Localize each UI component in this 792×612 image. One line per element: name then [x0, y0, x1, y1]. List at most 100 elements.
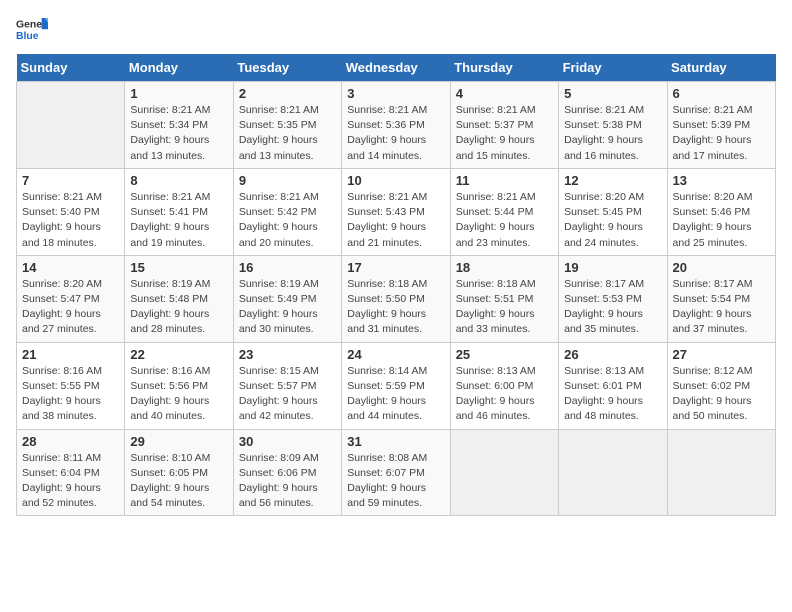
calendar-cell: 18 Sunrise: 8:18 AMSunset: 5:51 PMDayligh… [450, 255, 558, 342]
calendar-cell: 29 Sunrise: 8:10 AMSunset: 6:05 PMDayligh… [125, 429, 233, 516]
day-info: Sunrise: 8:09 AMSunset: 6:06 PMDaylight:… [239, 451, 336, 512]
day-info: Sunrise: 8:19 AMSunset: 5:48 PMDaylight:… [130, 277, 227, 338]
calendar-cell: 26 Sunrise: 8:13 AMSunset: 6:01 PMDayligh… [559, 342, 667, 429]
day-number: 16 [239, 260, 336, 275]
day-info: Sunrise: 8:16 AMSunset: 5:55 PMDaylight:… [22, 364, 119, 425]
calendar-cell: 15Sunrise: 8:19 AMSunset: 5:48 PMDayligh… [125, 255, 233, 342]
calendar-cell: 19 Sunrise: 8:17 AMSunset: 5:53 PMDayligh… [559, 255, 667, 342]
day-info: Sunrise: 8:17 AMSunset: 5:53 PMDaylight:… [564, 277, 661, 338]
day-info: Sunrise: 8:21 AMSunset: 5:43 PMDaylight:… [347, 190, 444, 251]
day-info: Sunrise: 8:21 AMSunset: 5:42 PMDaylight:… [239, 190, 336, 251]
day-number: 18 [456, 260, 553, 275]
calendar-cell: 4 Sunrise: 8:21 AMSunset: 5:37 PMDaylight… [450, 82, 558, 169]
calendar-cell: 25 Sunrise: 8:13 AMSunset: 6:00 PMDayligh… [450, 342, 558, 429]
generalblue-logo-icon: General Blue [16, 16, 48, 44]
day-number: 3 [347, 86, 444, 101]
day-info: Sunrise: 8:11 AMSunset: 6:04 PMDaylight:… [22, 451, 119, 512]
calendar-cell: 17 Sunrise: 8:18 AMSunset: 5:50 PMDayligh… [342, 255, 450, 342]
day-number: 22 [130, 347, 227, 362]
day-number: 28 [22, 434, 119, 449]
day-info: Sunrise: 8:13 AMSunset: 6:01 PMDaylight:… [564, 364, 661, 425]
day-info: Sunrise: 8:21 AMSunset: 5:44 PMDaylight:… [456, 190, 553, 251]
day-info: Sunrise: 8:21 AMSunset: 5:34 PMDaylight:… [130, 103, 227, 164]
calendar-cell: 12 Sunrise: 8:20 AMSunset: 5:45 PMDayligh… [559, 168, 667, 255]
page-header: General Blue [16, 16, 776, 44]
calendar-week-row: 14Sunrise: 8:20 AMSunset: 5:47 PMDayligh… [17, 255, 776, 342]
calendar-cell: 5 Sunrise: 8:21 AMSunset: 5:38 PMDaylight… [559, 82, 667, 169]
calendar-week-row: 28 Sunrise: 8:11 AMSunset: 6:04 PMDayligh… [17, 429, 776, 516]
logo: General Blue [16, 16, 48, 44]
day-of-week-header: Wednesday [342, 54, 450, 82]
day-number: 21 [22, 347, 119, 362]
day-number: 9 [239, 173, 336, 188]
day-info: Sunrise: 8:19 AMSunset: 5:49 PMDaylight:… [239, 277, 336, 338]
day-number: 6 [673, 86, 770, 101]
day-of-week-header: Thursday [450, 54, 558, 82]
day-info: Sunrise: 8:10 AMSunset: 6:05 PMDaylight:… [130, 451, 227, 512]
day-info: Sunrise: 8:15 AMSunset: 5:57 PMDaylight:… [239, 364, 336, 425]
day-of-week-header: Monday [125, 54, 233, 82]
calendar-cell: 27Sunrise: 8:12 AMSunset: 6:02 PMDayligh… [667, 342, 775, 429]
calendar-cell: 31 Sunrise: 8:08 AMSunset: 6:07 PMDayligh… [342, 429, 450, 516]
calendar-week-row: 21 Sunrise: 8:16 AMSunset: 5:55 PMDayligh… [17, 342, 776, 429]
calendar-week-row: 1 Sunrise: 8:21 AMSunset: 5:34 PMDaylight… [17, 82, 776, 169]
calendar-cell: 8 Sunrise: 8:21 AMSunset: 5:41 PMDaylight… [125, 168, 233, 255]
day-info: Sunrise: 8:08 AMSunset: 6:07 PMDaylight:… [347, 451, 444, 512]
day-number: 12 [564, 173, 661, 188]
day-number: 30 [239, 434, 336, 449]
day-info: Sunrise: 8:20 AMSunset: 5:46 PMDaylight:… [673, 190, 770, 251]
calendar-cell: 22 Sunrise: 8:16 AMSunset: 5:56 PMDayligh… [125, 342, 233, 429]
day-number: 11 [456, 173, 553, 188]
calendar-table: SundayMondayTuesdayWednesdayThursdayFrid… [16, 54, 776, 516]
day-of-week-header: Saturday [667, 54, 775, 82]
day-number: 29 [130, 434, 227, 449]
calendar-cell: 3 Sunrise: 8:21 AMSunset: 5:36 PMDaylight… [342, 82, 450, 169]
day-of-week-header: Friday [559, 54, 667, 82]
day-number: 4 [456, 86, 553, 101]
day-number: 1 [130, 86, 227, 101]
day-info: Sunrise: 8:21 AMSunset: 5:38 PMDaylight:… [564, 103, 661, 164]
calendar-cell: 9 Sunrise: 8:21 AMSunset: 5:42 PMDaylight… [233, 168, 341, 255]
day-info: Sunrise: 8:16 AMSunset: 5:56 PMDaylight:… [130, 364, 227, 425]
day-info: Sunrise: 8:21 AMSunset: 5:39 PMDaylight:… [673, 103, 770, 164]
calendar-cell: 16 Sunrise: 8:19 AMSunset: 5:49 PMDayligh… [233, 255, 341, 342]
day-of-week-header: Sunday [17, 54, 125, 82]
day-info: Sunrise: 8:21 AMSunset: 5:36 PMDaylight:… [347, 103, 444, 164]
day-info: Sunrise: 8:20 AMSunset: 5:45 PMDaylight:… [564, 190, 661, 251]
day-info: Sunrise: 8:18 AMSunset: 5:51 PMDaylight:… [456, 277, 553, 338]
day-info: Sunrise: 8:18 AMSunset: 5:50 PMDaylight:… [347, 277, 444, 338]
day-info: Sunrise: 8:21 AMSunset: 5:40 PMDaylight:… [22, 190, 119, 251]
day-number: 13 [673, 173, 770, 188]
day-info: Sunrise: 8:12 AMSunset: 6:02 PMDaylight:… [673, 364, 770, 425]
calendar-cell: 30 Sunrise: 8:09 AMSunset: 6:06 PMDayligh… [233, 429, 341, 516]
day-number: 5 [564, 86, 661, 101]
day-number: 10 [347, 173, 444, 188]
day-of-week-header: Tuesday [233, 54, 341, 82]
day-number: 19 [564, 260, 661, 275]
calendar-cell: 1 Sunrise: 8:21 AMSunset: 5:34 PMDaylight… [125, 82, 233, 169]
calendar-cell: 10 Sunrise: 8:21 AMSunset: 5:43 PMDayligh… [342, 168, 450, 255]
day-number: 17 [347, 260, 444, 275]
calendar-cell: 6 Sunrise: 8:21 AMSunset: 5:39 PMDaylight… [667, 82, 775, 169]
day-number: 24 [347, 347, 444, 362]
day-info: Sunrise: 8:21 AMSunset: 5:37 PMDaylight:… [456, 103, 553, 164]
calendar-cell: 13 Sunrise: 8:20 AMSunset: 5:46 PMDayligh… [667, 168, 775, 255]
day-info: Sunrise: 8:13 AMSunset: 6:00 PMDaylight:… [456, 364, 553, 425]
day-number: 20 [673, 260, 770, 275]
calendar-week-row: 7 Sunrise: 8:21 AMSunset: 5:40 PMDaylight… [17, 168, 776, 255]
calendar-cell: 2Sunrise: 8:21 AMSunset: 5:35 PMDaylight… [233, 82, 341, 169]
calendar-cell: 24Sunrise: 8:14 AMSunset: 5:59 PMDayligh… [342, 342, 450, 429]
day-number: 25 [456, 347, 553, 362]
day-number: 31 [347, 434, 444, 449]
calendar-cell: 23 Sunrise: 8:15 AMSunset: 5:57 PMDayligh… [233, 342, 341, 429]
day-number: 8 [130, 173, 227, 188]
svg-text:Blue: Blue [16, 31, 39, 42]
calendar-cell [667, 429, 775, 516]
day-number: 7 [22, 173, 119, 188]
day-number: 2 [239, 86, 336, 101]
day-info: Sunrise: 8:21 AMSunset: 5:41 PMDaylight:… [130, 190, 227, 251]
calendar-cell [450, 429, 558, 516]
day-number: 23 [239, 347, 336, 362]
calendar-cell: 14Sunrise: 8:20 AMSunset: 5:47 PMDayligh… [17, 255, 125, 342]
day-number: 26 [564, 347, 661, 362]
